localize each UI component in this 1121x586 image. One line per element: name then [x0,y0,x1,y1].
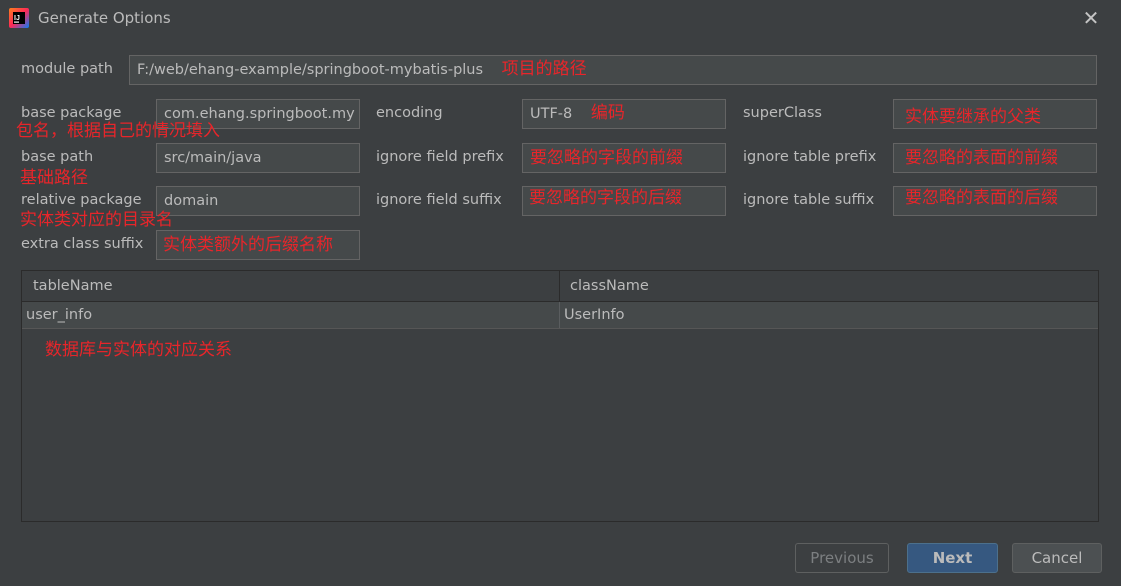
ignore-table-prefix-annotation: 要忽略的表面的前缀 [905,148,1058,168]
ignore-field-suffix-label: ignore field suffix [376,192,502,208]
table-mapping[interactable]: tableName className user_info UserInfo 数… [21,270,1099,522]
ignore-table-suffix-annotation: 要忽略的表面的后缀 [905,188,1058,208]
superclass-field[interactable]: 实体要继承的父类 [893,99,1097,129]
base-path-value: src/main/java [164,150,262,166]
column-header-classname[interactable]: className [570,271,649,301]
encoding-label: encoding [376,105,443,121]
relative-package-value: domain [164,193,219,209]
encoding-value: UTF-8 [530,106,573,122]
base-path-annotation: 基础路径 [20,168,88,188]
cell-classname[interactable]: UserInfo [564,302,625,328]
module-path-value: F:/web/ehang-example/springboot-mybatis-… [137,62,484,78]
next-button[interactable]: Next [907,543,998,573]
cell-tablename[interactable]: user_info [26,302,92,328]
table-header: tableName className [22,271,1098,302]
extra-class-suffix-annotation: 实体类额外的后缀名称 [163,235,333,255]
ignore-table-prefix-field[interactable]: 要忽略的表面的前缀 [893,143,1097,173]
column-divider [559,271,560,301]
extra-class-suffix-label: extra class suffix [21,236,144,252]
previous-button[interactable]: Previous [795,543,889,573]
module-path-label: module path [21,61,113,77]
relative-package-annotation: 实体类对应的目录名 [20,210,173,230]
superclass-annotation: 实体要继承的父类 [905,107,1041,127]
base-package-label: base package [21,105,122,121]
relative-package-label: relative package [21,192,142,208]
base-package-value: com.ehang.springboot.my [164,106,355,122]
encoding-annotation: 编码 [590,103,625,123]
ignore-field-prefix-label: ignore field prefix [376,149,504,165]
base-path-label: base path [21,149,94,165]
close-icon[interactable]: ✕ [1081,7,1101,29]
base-path-field[interactable]: src/main/java [156,143,360,173]
base-package-annotation: 包名，根据自己的情况填入 [16,121,220,141]
table-annotation: 数据库与实体的对应关系 [45,340,232,360]
svg-text:IJ: IJ [14,15,20,22]
extra-class-suffix-field[interactable]: 实体类额外的后缀名称 [156,230,360,260]
relative-package-field[interactable]: domain [156,186,360,216]
column-header-tablename[interactable]: tableName [33,271,113,301]
column-divider [559,302,560,328]
module-path-annotation: 项目的路径 [501,59,587,79]
encoding-field[interactable]: UTF-8 编码 [522,99,726,129]
ignore-field-prefix-annotation: 要忽略的字段的前缀 [530,148,683,168]
module-path-field[interactable]: F:/web/ehang-example/springboot-mybatis-… [129,55,1097,85]
ignore-field-prefix-field[interactable]: 要忽略的字段的前缀 [522,143,726,173]
intellij-app-icon: IJ [9,8,29,28]
title-bar: IJ Generate Options ✕ [0,0,1121,38]
cancel-button[interactable]: Cancel [1012,543,1102,573]
ignore-field-suffix-annotation: 要忽略的字段的后缀 [529,188,682,208]
ignore-table-suffix-label: ignore table suffix [743,192,875,208]
table-row[interactable]: user_info UserInfo [22,302,1098,329]
ignore-table-suffix-field[interactable]: 要忽略的表面的后缀 [893,186,1097,216]
superclass-label: superClass [743,105,822,121]
window-title: Generate Options [38,9,171,27]
ignore-field-suffix-field[interactable]: 要忽略的字段的后缀 [522,186,726,216]
ignore-table-prefix-label: ignore table prefix [743,149,877,165]
